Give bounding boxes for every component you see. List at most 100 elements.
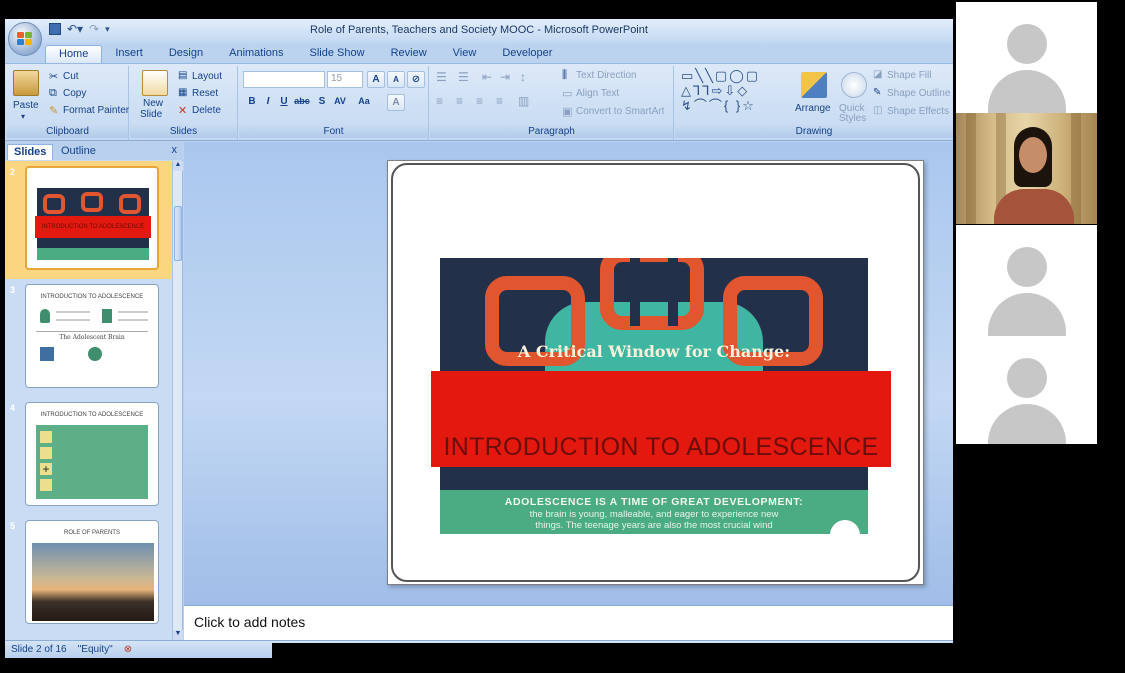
delete-button[interactable]: Delete [192,105,221,116]
text-direction-button[interactable]: Text Direction [576,70,637,81]
align-center-icon[interactable]: ≡ [456,94,463,108]
shape-fill-icon[interactable]: ◪ [873,69,882,80]
format-painter-icon[interactable]: ✎ [49,104,58,117]
bullets-icon[interactable]: ☰ [436,70,447,84]
align-text-icon[interactable]: ▭ [562,87,572,100]
paste-dropdown-icon[interactable]: ▾ [21,112,25,121]
arrange-button[interactable]: Arrange [795,103,831,114]
participant-tile-1[interactable] [956,2,1097,113]
underline-icon[interactable]: U [275,94,293,111]
thumbnail-scrollbar[interactable]: ▲ ▼ [172,161,183,640]
format-painter-button[interactable]: Format Painter [63,105,129,116]
scroll-up-icon[interactable]: ▲ [173,161,183,171]
slide-thumbnail-list[interactable]: 2 INTRODUCTION TO ADOLESCENCE 3 INTRODUC… [5,161,171,640]
change-case-icon[interactable]: Aa [355,94,373,111]
new-slide-label-2[interactable]: Slide [140,109,162,120]
powerpoint-window: ↶▾ ↷ ▾ Role of Parents, Teachers and Soc… [5,19,953,658]
justify-icon[interactable]: ≡ [496,94,503,108]
quick-styles-label-2[interactable]: Styles [839,113,866,124]
paste-button[interactable]: Paste [13,100,39,111]
tab-outline[interactable]: Outline [55,144,102,160]
avatar-icon [1007,358,1047,398]
font-size-combo[interactable]: 15 [327,71,363,88]
paragraph-group-label: Paragraph [430,125,673,138]
shapes-gallery[interactable]: ▭╲╲▢◯▢ △⅂⅂⇨⇩◇ ↯⌒⌒{ }☆ [681,68,760,113]
shape-outline-button[interactable]: Shape Outline [887,88,950,99]
participant-video-tile[interactable] [956,113,1097,224]
tab-view[interactable]: View [440,45,490,63]
critical-window-heading: A Critical Window for Change: [517,342,791,361]
align-right-icon[interactable]: ≡ [476,94,483,108]
font-group: 15 A A ⊘ B I U abc S AV Aa A Font [239,66,429,140]
tab-slides[interactable]: Slides [7,144,54,160]
title-textbox[interactable]: INTRODUCTION TO ADOLESCENCE [431,371,891,467]
decrease-indent-icon[interactable]: ⇤ [482,70,492,84]
convert-smartart-button[interactable]: Convert to SmartArt [576,106,664,117]
shape-outline-icon[interactable]: ✎ [873,87,881,98]
shadow-icon[interactable]: S [313,94,331,111]
tab-slide-show[interactable]: Slide Show [297,45,378,63]
align-left-icon[interactable]: ≡ [436,94,443,108]
increase-indent-icon[interactable]: ⇥ [500,70,510,84]
slide-thumbnail-4[interactable]: 4 INTRODUCTION TO ADOLESCENCE + [5,397,171,515]
tab-insert[interactable]: Insert [102,45,156,63]
adolescence-subtext: the brain is young, malleable, and eager… [440,509,868,531]
participant-tile-3[interactable] [956,225,1097,336]
font-color-icon[interactable]: A [387,94,405,111]
shape-effects-icon[interactable]: ◫ [873,105,882,116]
grow-font-icon[interactable]: A [367,71,385,88]
char-spacing-icon[interactable]: AV [331,94,349,111]
status-bar: Slide 2 of 16 "Equity" ⊗ [5,640,953,658]
line-spacing-icon[interactable]: ↕ [520,70,526,84]
copy-icon[interactable]: ⧉ [49,87,57,100]
slide-thumbnail-preview: INTRODUCTION TO ADOLESCENCE The Adolesce… [25,284,159,388]
slide-thumbnail-3[interactable]: 3 INTRODUCTION TO ADOLESCENCE The Adoles… [5,279,171,397]
spellcheck-icon[interactable]: ⊗ [124,644,132,655]
panel-close-icon[interactable]: x [172,144,178,156]
ribbon-tabs: Home Insert Design Animations Slide Show… [45,45,565,63]
strikethrough-icon[interactable]: abc [293,94,311,111]
slide-thumbnail-2[interactable]: 2 INTRODUCTION TO ADOLESCENCE [5,161,171,279]
delete-icon[interactable]: ✕ [178,104,187,117]
new-slide-label-1[interactable]: New [143,98,163,109]
layout-button[interactable]: Layout [192,71,222,82]
reset-icon[interactable]: ▦ [178,87,187,98]
participant-tile-4[interactable] [956,336,1097,444]
scroll-down-icon[interactable]: ▼ [173,630,183,640]
slide-number: 4 [10,403,16,413]
thumb-title: INTRODUCTION TO ADOLESCENCE [40,294,144,300]
notes-pane[interactable]: Click to add notes [184,605,953,640]
paste-icon[interactable] [13,70,39,96]
current-slide[interactable]: A Critical Window for Change: ADOLESCENC… [387,160,924,585]
avatar-icon [1007,24,1047,64]
new-slide-icon[interactable] [142,70,168,96]
quick-styles-icon[interactable] [841,72,867,98]
arrange-icon[interactable] [801,72,827,98]
columns-icon[interactable]: ▥ [518,94,529,108]
clipboard-group-label: Clipboard [7,125,128,138]
cut-icon[interactable]: ✂ [49,70,58,83]
align-text-button[interactable]: Align Text [576,88,619,99]
shape-effects-button[interactable]: Shape Effects [887,106,949,117]
layout-icon[interactable]: ▤ [178,70,187,81]
tab-animations[interactable]: Animations [216,45,296,63]
numbering-icon[interactable]: ☰ [458,70,469,84]
text-direction-icon[interactable]: ⫼ [562,69,567,82]
shape-fill-button[interactable]: Shape Fill [887,70,931,81]
smartart-icon[interactable]: ▣ [562,105,572,118]
slide-thumbnail-5[interactable]: 5 ROLE OF PARENTS [5,515,171,633]
shrink-font-icon[interactable]: A [387,71,405,88]
reset-button[interactable]: Reset [192,88,218,99]
font-name-combo[interactable] [243,71,325,88]
thumb-calendar-icon [40,347,54,361]
tab-design[interactable]: Design [156,45,216,63]
adolescence-subtext-line-1: the brain is young, malleable, and eager… [529,509,779,520]
tab-developer[interactable]: Developer [489,45,565,63]
office-button[interactable] [8,22,42,56]
tab-review[interactable]: Review [378,45,440,63]
scroll-thumb[interactable] [174,206,182,261]
clear-formatting-icon[interactable]: ⊘ [407,71,425,88]
cut-button[interactable]: Cut [63,71,79,82]
tab-home[interactable]: Home [45,45,103,63]
copy-button[interactable]: Copy [63,88,86,99]
